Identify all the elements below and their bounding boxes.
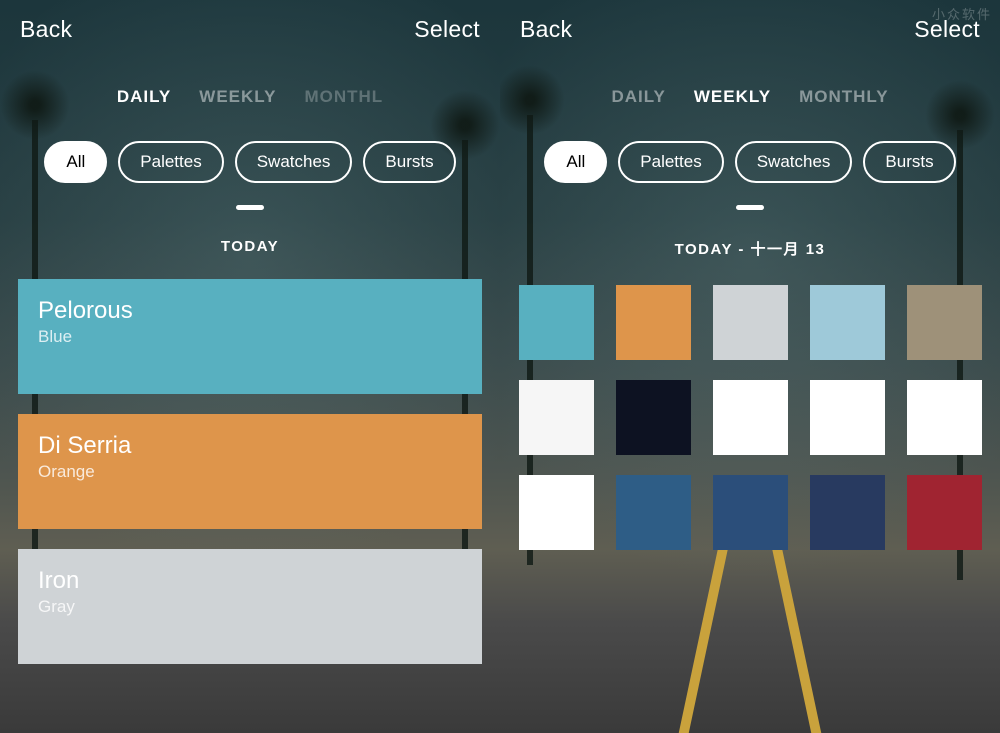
swatch[interactable] (810, 380, 885, 455)
filter-palettes[interactable]: Palettes (118, 141, 223, 183)
tab-monthly[interactable]: MONTHLY (799, 87, 889, 107)
color-name: Pelorous (38, 297, 462, 325)
swatch[interactable] (810, 285, 885, 360)
filter-pills: All Palettes Swatches Bursts (0, 141, 500, 183)
filter-swatches[interactable]: Swatches (235, 141, 353, 183)
filter-swatches[interactable]: Swatches (735, 141, 853, 183)
color-name: Iron (38, 567, 462, 595)
filter-all[interactable]: All (544, 141, 607, 183)
tab-daily[interactable]: DAILY (611, 87, 665, 107)
select-button[interactable]: Select (414, 16, 480, 43)
swatch[interactable] (519, 380, 594, 455)
tab-weekly[interactable]: WEEKLY (694, 87, 771, 107)
color-row[interactable]: Iron Gray (18, 549, 482, 664)
tab-weekly[interactable]: WEEKLY (199, 87, 276, 107)
section-title: TODAY (0, 238, 500, 255)
header: Back Select (500, 0, 1000, 53)
color-rows: Pelorous Blue Di Serria Orange Iron Gray (0, 279, 500, 664)
color-hue: Gray (38, 597, 462, 617)
swatch[interactable] (713, 475, 788, 550)
drag-handle[interactable] (236, 205, 264, 210)
swatch[interactable] (616, 285, 691, 360)
drag-handle[interactable] (736, 205, 764, 210)
filter-all[interactable]: All (44, 141, 107, 183)
filter-pills: All Palettes Swatches Bursts (500, 141, 1000, 183)
swatch[interactable] (519, 285, 594, 360)
color-row[interactable]: Pelorous Blue (18, 279, 482, 394)
swatch[interactable] (907, 475, 982, 550)
color-hue: Blue (38, 327, 462, 347)
swatch[interactable] (616, 380, 691, 455)
swatch[interactable] (907, 380, 982, 455)
screen-right: 小众软件 Back Select DAILY WEEKLY MONTHLY Al… (500, 0, 1000, 733)
swatch[interactable] (713, 380, 788, 455)
header: Back Select (0, 0, 500, 53)
swatch[interactable] (907, 285, 982, 360)
section-title: TODAY - 十一月 13 (500, 238, 1000, 259)
color-hue: Orange (38, 462, 462, 482)
back-button[interactable]: Back (20, 16, 72, 43)
filter-bursts[interactable]: Bursts (863, 141, 955, 183)
swatch-grid (500, 285, 1000, 550)
time-tabs: DAILY WEEKLY MONTHLY (500, 87, 1000, 107)
color-name: Di Serria (38, 432, 462, 460)
swatch[interactable] (713, 285, 788, 360)
filter-bursts[interactable]: Bursts (363, 141, 455, 183)
swatch[interactable] (616, 475, 691, 550)
swatch[interactable] (810, 475, 885, 550)
tab-monthly[interactable]: MONTHL (304, 87, 383, 107)
color-row[interactable]: Di Serria Orange (18, 414, 482, 529)
filter-palettes[interactable]: Palettes (618, 141, 723, 183)
tab-daily[interactable]: DAILY (117, 87, 171, 107)
time-tabs: DAILY WEEKLY MONTHL (0, 87, 500, 107)
watermark: 小众软件 (932, 4, 992, 23)
swatch[interactable] (519, 475, 594, 550)
screen-left: Back Select DAILY WEEKLY MONTHL All Pale… (0, 0, 500, 733)
back-button[interactable]: Back (520, 16, 572, 43)
